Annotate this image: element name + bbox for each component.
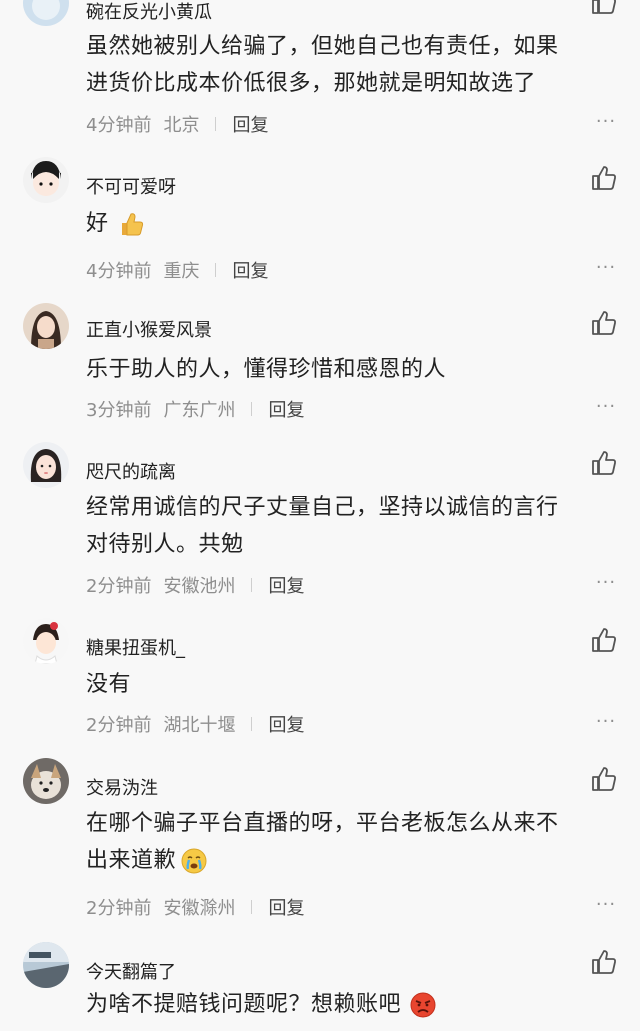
comment-meta: 4分钟前 重庆 回复 bbox=[86, 257, 268, 283]
avatar[interactable] bbox=[23, 442, 69, 488]
comment-text: 虽然她被别人给骗了，但她自己也有责任，如果 进货价比成本价低很多，那她就是明知故… bbox=[86, 28, 626, 102]
comment-text: 没有 bbox=[86, 666, 626, 703]
reply-button[interactable]: 回复 bbox=[232, 111, 268, 137]
comment-text: 在哪个骗子平台直播的呀，平台老板怎么从来不 出来道歉 bbox=[86, 805, 626, 879]
location: 重庆 bbox=[163, 261, 200, 282]
angry-face-emoji-icon bbox=[409, 991, 437, 1019]
crying-face-emoji-icon bbox=[180, 847, 208, 875]
like-icon[interactable] bbox=[590, 626, 618, 654]
comment-text-line: 出来道歉 bbox=[86, 848, 177, 873]
avatar[interactable] bbox=[23, 758, 69, 804]
reply-button[interactable]: 回复 bbox=[268, 894, 304, 920]
comment-text: 为啥不提赔钱问题呢？想赖账吧 bbox=[86, 986, 626, 1023]
divider bbox=[251, 717, 253, 731]
divider bbox=[215, 117, 217, 131]
reply-button[interactable]: 回复 bbox=[268, 711, 304, 737]
comment-text: 乐于助人的人，懂得珍惜和感恩的人 bbox=[86, 351, 626, 388]
comment-text-line: 经常用诚信的尺子丈量自己，坚持以诚信的言行 bbox=[86, 495, 559, 520]
timestamp: 4分钟前 bbox=[86, 261, 152, 282]
comment-meta: 2分钟前 湖北十堰 回复 bbox=[86, 711, 304, 737]
comment-text-line: 对待别人。共勉 bbox=[86, 532, 244, 557]
avatar[interactable] bbox=[23, 942, 69, 988]
more-options-button[interactable]: ··· bbox=[594, 396, 618, 417]
location: 安徽滁州 bbox=[163, 898, 236, 919]
more-options-button[interactable]: ··· bbox=[594, 572, 618, 593]
like-icon[interactable] bbox=[590, 765, 618, 793]
location: 湖北十堰 bbox=[163, 715, 236, 736]
username[interactable]: 交易沩泩 bbox=[86, 774, 158, 800]
avatar[interactable] bbox=[23, 157, 69, 203]
comment-text-line: 没有 bbox=[86, 672, 132, 697]
more-options-button[interactable]: ··· bbox=[594, 711, 618, 732]
comment-meta: 2分钟前 安徽滁州 回复 bbox=[86, 894, 304, 920]
timestamp: 2分钟前 bbox=[86, 576, 152, 597]
comment-text: 好 bbox=[86, 205, 626, 242]
username[interactable]: 咫尺的疏离 bbox=[86, 458, 176, 484]
timestamp: 3分钟前 bbox=[86, 400, 152, 421]
avatar[interactable] bbox=[23, 303, 69, 349]
avatar[interactable] bbox=[23, 0, 69, 26]
thumbs-up-emoji-icon bbox=[117, 210, 145, 238]
more-options-button[interactable]: ··· bbox=[594, 111, 618, 132]
username[interactable]: 正直小猴爱风景 bbox=[86, 316, 212, 342]
location: 广东广州 bbox=[163, 400, 236, 421]
like-icon[interactable] bbox=[590, 164, 618, 192]
like-icon[interactable] bbox=[590, 0, 618, 16]
comment-meta: 3分钟前 广东广州 回复 bbox=[86, 396, 304, 422]
reply-button[interactable]: 回复 bbox=[268, 396, 304, 422]
more-options-button[interactable]: ··· bbox=[594, 894, 618, 915]
divider bbox=[215, 263, 217, 277]
comment-text-line: 乐于助人的人，懂得珍惜和感恩的人 bbox=[86, 357, 447, 382]
location: 安徽池州 bbox=[163, 576, 236, 597]
comment-meta: 4分钟前 北京 回复 bbox=[86, 111, 268, 137]
username[interactable]: 糖果扭蛋机_ bbox=[86, 634, 185, 660]
timestamp: 2分钟前 bbox=[86, 898, 152, 919]
username[interactable]: 碗在反光小黄瓜 bbox=[86, 0, 212, 24]
like-icon[interactable] bbox=[590, 309, 618, 337]
avatar[interactable] bbox=[23, 618, 69, 664]
comment-text: 经常用诚信的尺子丈量自己，坚持以诚信的言行 对待别人。共勉 bbox=[86, 489, 626, 563]
like-icon[interactable] bbox=[590, 948, 618, 976]
reply-button[interactable]: 回复 bbox=[232, 257, 268, 283]
username[interactable]: 不可可爱呀 bbox=[86, 173, 176, 199]
comment-meta: 2分钟前 安徽池州 回复 bbox=[86, 572, 304, 598]
like-icon[interactable] bbox=[590, 449, 618, 477]
comment-text-line: 虽然她被别人给骗了，但她自己也有责任，如果 bbox=[86, 34, 559, 59]
comment-text-line: 进货价比成本价低很多，那她就是明知故选了 bbox=[86, 71, 537, 96]
more-options-button[interactable]: ··· bbox=[594, 257, 618, 278]
comment-text-line: 好 bbox=[86, 211, 109, 236]
timestamp: 4分钟前 bbox=[86, 115, 152, 136]
username[interactable]: 今天翻篇了 bbox=[86, 958, 176, 984]
divider bbox=[251, 578, 253, 592]
timestamp: 2分钟前 bbox=[86, 715, 152, 736]
reply-button[interactable]: 回复 bbox=[268, 572, 304, 598]
comment-text-line: 在哪个骗子平台直播的呀，平台老板怎么从来不 bbox=[86, 811, 559, 836]
comment-text-line: 为啥不提赔钱问题呢？想赖账吧 bbox=[86, 992, 402, 1017]
divider bbox=[251, 402, 253, 416]
location: 北京 bbox=[163, 115, 200, 136]
divider bbox=[251, 900, 253, 914]
